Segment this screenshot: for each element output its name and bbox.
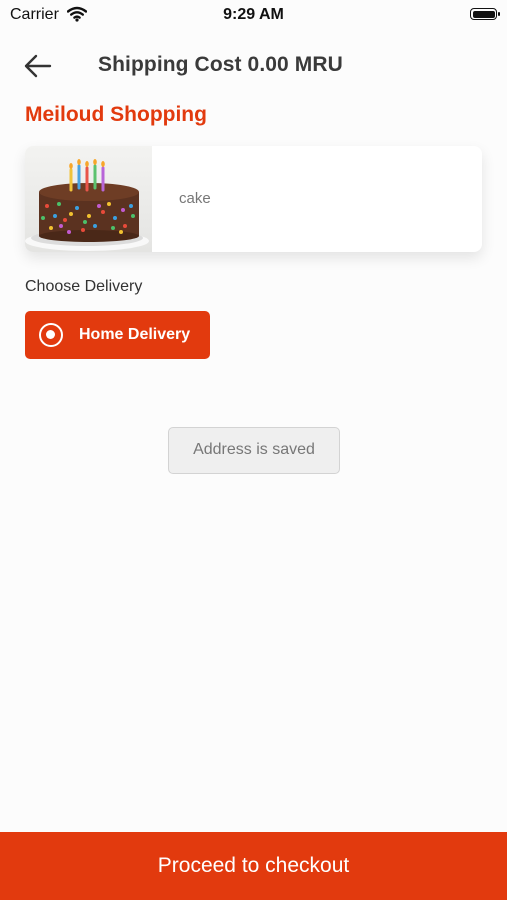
address-saved-button[interactable]: Address is saved (168, 427, 340, 474)
radio-selected-icon (39, 323, 63, 347)
clock: 9:29 AM (223, 6, 284, 23)
status-bar: Carrier 9:29 AM (0, 0, 507, 32)
proceed-to-checkout-button[interactable]: Proceed to checkout (0, 832, 507, 900)
header: Shipping Cost 0.00 MRU (0, 44, 507, 88)
home-delivery-label: Home Delivery (79, 326, 191, 343)
choose-delivery-label: Choose Delivery (25, 278, 143, 295)
store-name: Meiloud Shopping (25, 103, 207, 126)
product-name: cake (179, 190, 211, 207)
home-delivery-option[interactable]: Home Delivery (25, 311, 210, 359)
battery-icon (470, 8, 500, 20)
cake-image (25, 146, 152, 252)
page-title: Shipping Cost 0.00 MRU (98, 53, 343, 76)
product-card[interactable]: cake (25, 146, 482, 252)
arrow-left-icon (24, 54, 52, 78)
back-button[interactable] (22, 52, 54, 80)
